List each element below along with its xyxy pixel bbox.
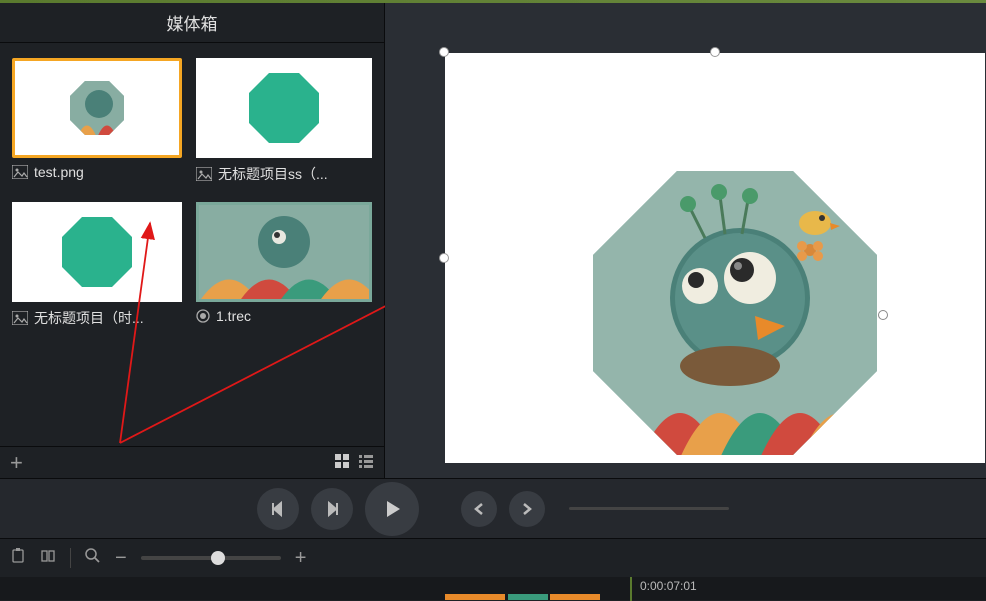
media-label: test.png [34,164,84,180]
zoom-slider[interactable] [141,556,281,560]
timeline-clip[interactable] [508,594,548,600]
media-item-1-trec[interactable]: 1.trec [196,202,372,332]
timeline-track[interactable]: 0:00:07:01 [0,577,986,600]
canvas[interactable] [445,53,985,463]
add-media-button[interactable]: + [10,452,23,474]
zoom-in-button[interactable]: + [295,547,307,570]
next-marker-button[interactable] [509,491,545,527]
paste-button[interactable] [10,548,26,569]
resize-handle[interactable] [878,310,888,320]
resize-handle[interactable] [439,47,449,57]
playhead[interactable] [630,577,632,601]
image-icon [196,167,212,181]
timecode: 0:00:07:01 [640,579,697,593]
zoom-out-button[interactable]: − [115,547,127,570]
thumbnail-image [246,70,322,146]
thumbnail-image [199,202,369,302]
play-button[interactable] [365,482,419,536]
previous-frame-button[interactable] [257,488,299,530]
timeline-clip[interactable] [445,594,505,600]
media-bin-panel: 媒体箱 [0,3,385,478]
media-item-test-png[interactable]: test.png [12,58,182,188]
zoom-search-icon[interactable] [85,548,101,569]
panel-header: 媒体箱 [0,3,384,43]
media-label: 无标题项目（时... [34,308,144,328]
media-label: 无标题项目ss（... [218,164,328,184]
list-view-button[interactable] [358,453,374,473]
thumbnail-image [59,214,135,290]
timeline: − + 0:00:07:01 [0,538,986,600]
panel-title: 媒体箱 [167,10,218,35]
thumbnail-image [67,78,127,138]
image-icon [12,165,28,179]
timeline-clip[interactable] [550,594,600,600]
media-label: 1.trec [216,308,251,324]
canvas-media-object[interactable] [590,168,880,463]
next-frame-button[interactable] [311,488,353,530]
split-button[interactable] [40,548,56,569]
media-item-untitled-time[interactable]: 无标题项目（时... [12,202,182,332]
canvas-panel [385,3,986,478]
grid-view-button[interactable] [334,453,350,473]
previous-marker-button[interactable] [461,491,497,527]
playback-bar [0,478,986,538]
resize-handle[interactable] [439,253,449,263]
media-item-untitled-ss[interactable]: 无标题项目ss（... [196,58,372,188]
recording-icon [196,309,210,323]
image-icon [12,311,28,325]
resize-handle[interactable] [710,47,720,57]
progress-slider[interactable] [569,507,729,510]
